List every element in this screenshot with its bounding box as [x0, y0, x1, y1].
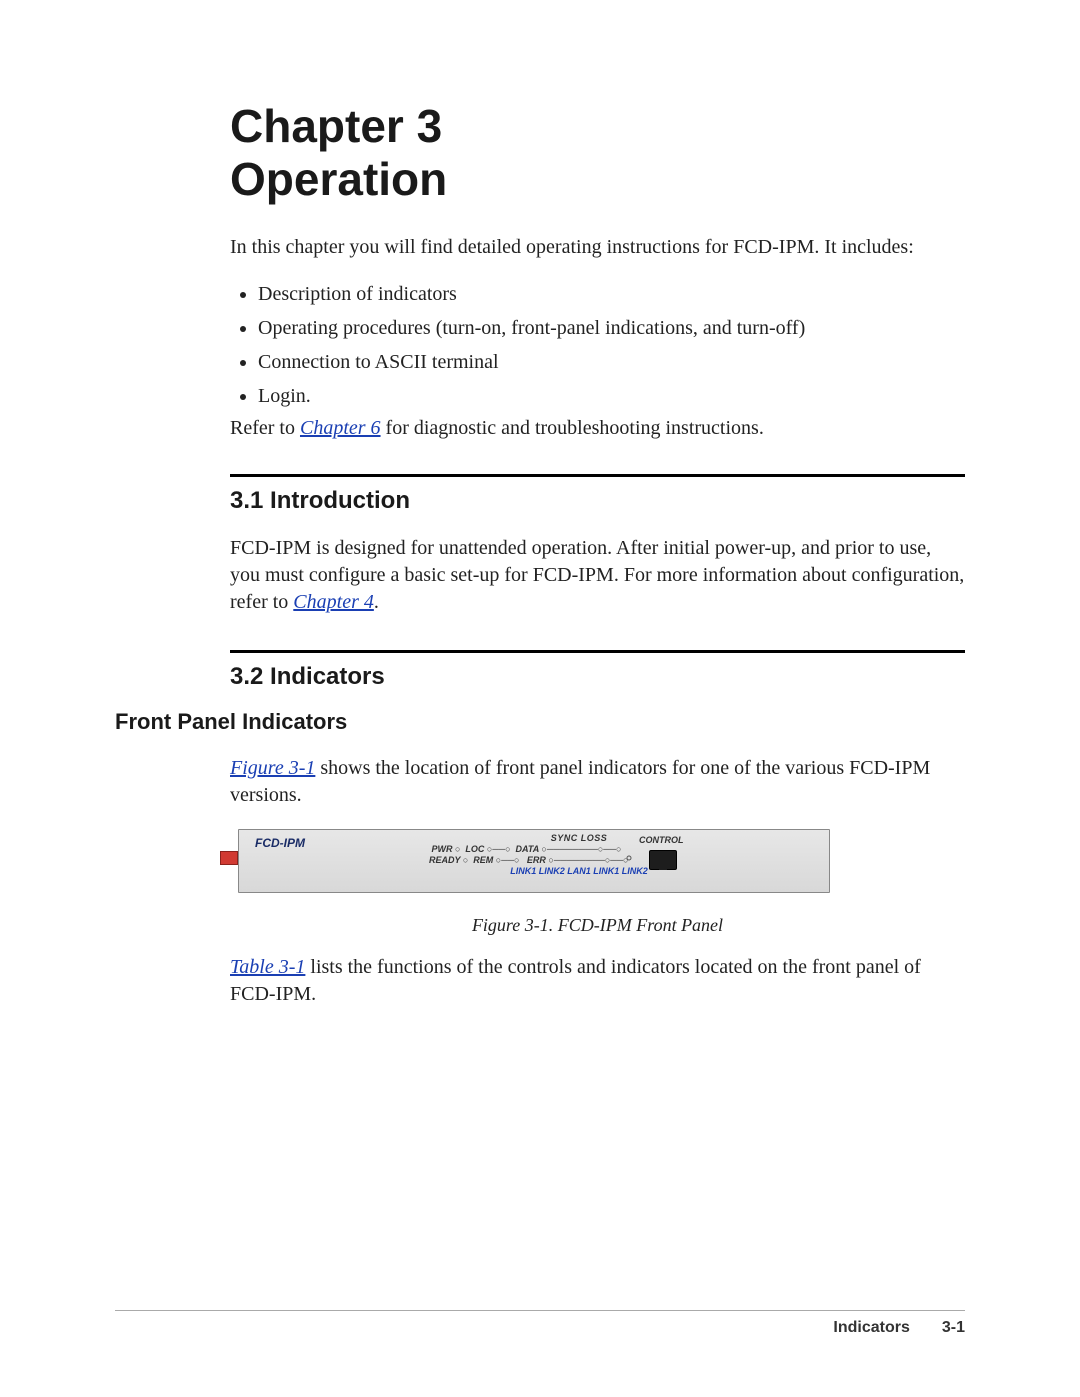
red-tab-icon: [220, 851, 238, 865]
sync-loss-label: SYNC LOSS: [429, 834, 729, 843]
bullet-item: Connection to ASCII terminal: [258, 349, 965, 375]
chapter-bullet-list: Description of indicators Operating proc…: [236, 281, 965, 409]
front-panel-figure: FCD-IPM SYNC LOSS PWR ○ LOC ○──○ DATA ○─…: [230, 829, 830, 893]
page-footer: Indicators 3-1: [115, 1310, 965, 1337]
section-3-1-heading: 3.1 Introduction: [230, 487, 965, 515]
chapter-number: Chapter 3: [230, 100, 965, 153]
table-ref-paragraph: Table 3-1 lists the functions of the con…: [230, 954, 965, 1008]
intro-body-post: .: [374, 591, 379, 613]
chapter6-link[interactable]: Chapter 6: [300, 417, 381, 439]
figure-ref-post: shows the location of front panel indica…: [230, 757, 930, 806]
footer-page-number: 3-1: [942, 1319, 965, 1337]
panel-led-block: SYNC LOSS PWR ○ LOC ○──○ DATA ○────────○…: [429, 834, 729, 890]
table-ref-post: lists the functions of the controls and …: [230, 956, 921, 1005]
section-3-2-heading: 3.2 Indicators: [230, 663, 965, 691]
refer-pre: Refer to: [230, 417, 300, 439]
footer-section-label: Indicators: [833, 1319, 909, 1337]
chapter-title: Operation: [230, 153, 965, 206]
section-divider: [230, 474, 965, 477]
section-divider: [230, 650, 965, 653]
figure-3-1-link[interactable]: Figure 3-1: [230, 757, 315, 779]
rj-port-icon: [649, 850, 677, 870]
section-3-1-body: FCD-IPM is designed for unattended opera…: [230, 535, 965, 616]
led-row-2: READY ○ REM ○──○ ERR ○────────○──○: [429, 856, 729, 865]
refer-post: for diagnostic and troubleshooting instr…: [386, 417, 764, 439]
chapter-intro-text: In this chapter you will find detailed o…: [230, 234, 965, 261]
document-page: Chapter 3 Operation In this chapter you …: [0, 0, 1080, 1397]
front-panel-subheading: Front Panel Indicators: [115, 709, 965, 735]
figure-caption: Figure 3-1. FCD-IPM Front Panel: [230, 915, 965, 936]
bullet-item: Description of indicators: [258, 281, 965, 307]
control-label: CONTROL: [639, 835, 684, 845]
figure-ref-paragraph: Figure 3-1 shows the location of front p…: [230, 755, 965, 809]
led-row-1: PWR ○ LOC ○──○ DATA ○────────○──○: [429, 845, 729, 854]
bullet-item: Login.: [258, 383, 965, 409]
bullet-item: Operating procedures (turn-on, front-pan…: [258, 315, 965, 341]
front-panel-body: FCD-IPM SYNC LOSS PWR ○ LOC ○──○ DATA ○─…: [238, 829, 830, 893]
device-label: FCD-IPM: [255, 836, 305, 850]
refer-paragraph: Refer to Chapter 6 for diagnostic and tr…: [230, 417, 965, 440]
link-labels: LINK1 LINK2 LAN1 LINK1 LINK2: [429, 867, 729, 876]
table-3-1-link[interactable]: Table 3-1: [230, 956, 305, 978]
chapter4-link[interactable]: Chapter 4: [293, 591, 374, 613]
